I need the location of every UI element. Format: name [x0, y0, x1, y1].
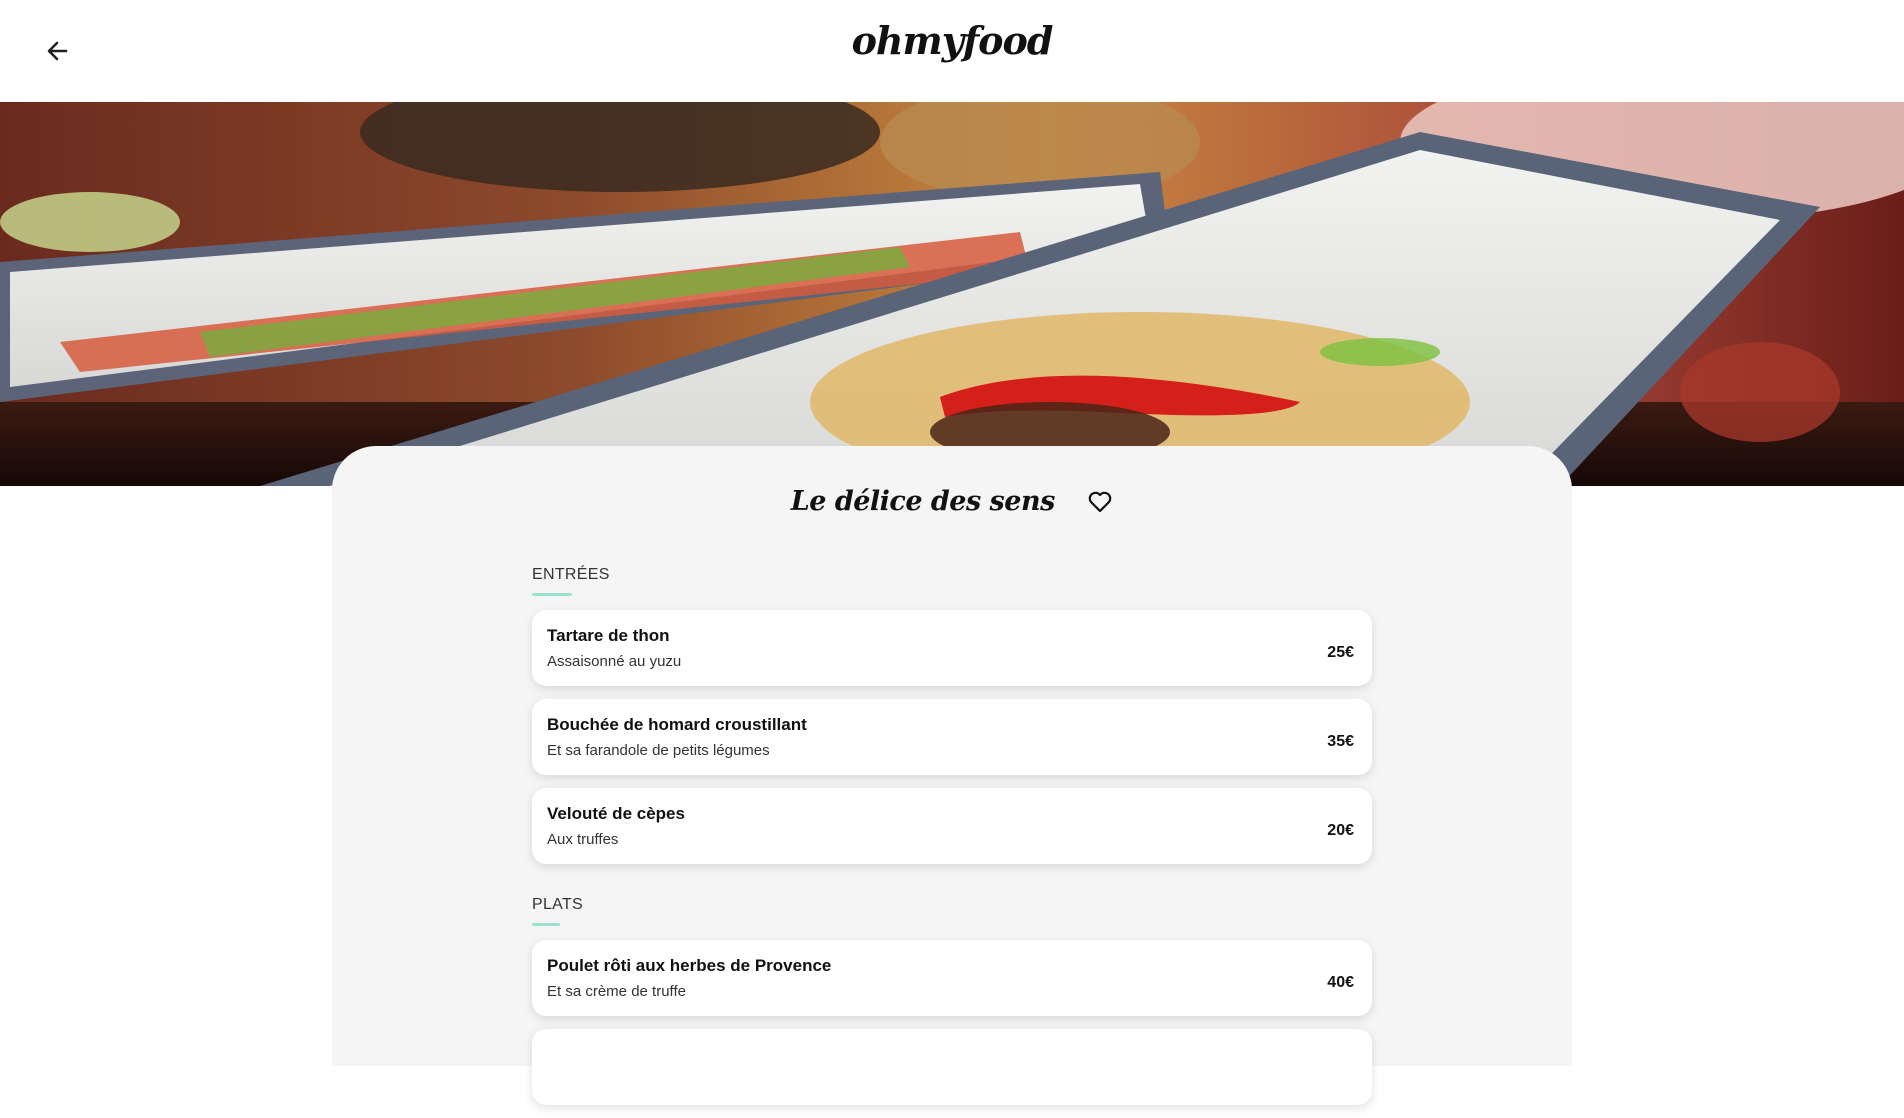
dish-price: 40€	[1327, 974, 1354, 991]
logo[interactable]: ohmyfood	[0, 18, 1904, 63]
section-underline	[532, 923, 560, 926]
dish-description: Assaisonné au yuzu	[547, 653, 682, 670]
dish-price: 25€	[1327, 644, 1354, 661]
section-title: ENTRÉES	[532, 566, 1372, 596]
hero-image	[0, 102, 1904, 486]
dish-price: 20€	[1327, 822, 1354, 839]
dish-name: Velouté de cèpes	[547, 804, 685, 823]
section-entrees: ENTRÉES Tartare de thon Assaisonné au yu…	[532, 566, 1372, 877]
dish-name: Tartare de thon	[547, 626, 670, 645]
dish-card[interactable]: Poulet rôti aux herbes de Provence Et sa…	[532, 940, 1372, 1016]
menu-card: Le délice des sens ENTRÉES Tartare de th…	[332, 446, 1572, 1105]
favorite-button[interactable]	[1087, 490, 1113, 514]
heart-outline-icon	[1088, 491, 1112, 512]
dish-card[interactable]: Bouchée de homard croustillant Et sa far…	[532, 699, 1372, 775]
dish-name: Poulet rôti aux herbes de Provence	[547, 956, 832, 975]
section-underline	[532, 593, 572, 596]
dish-card[interactable]: Velouté de cèpes Aux truffes 20€	[532, 788, 1372, 864]
section-title: PLATS	[532, 896, 1372, 926]
section-plats: PLATS Poulet rôti aux herbes de Provence…	[532, 896, 1372, 1118]
dish-price: 35€	[1327, 733, 1354, 750]
dish-description: Aux truffes	[547, 831, 619, 848]
header: ohmyfood	[0, 0, 1904, 102]
dish-name: Bouchée de homard croustillant	[547, 715, 807, 734]
dish-description: Et sa farandole de petits légumes	[547, 742, 770, 759]
restaurant-title-row: Le délice des sens	[332, 486, 1572, 534]
dish-card[interactable]: Tartare de thon Assaisonné au yuzu 25€	[532, 610, 1372, 686]
dish-description: Et sa crème de truffe	[547, 983, 686, 1000]
restaurant-name: Le délice des sens	[790, 486, 1056, 517]
dish-card[interactable]	[532, 1029, 1372, 1105]
